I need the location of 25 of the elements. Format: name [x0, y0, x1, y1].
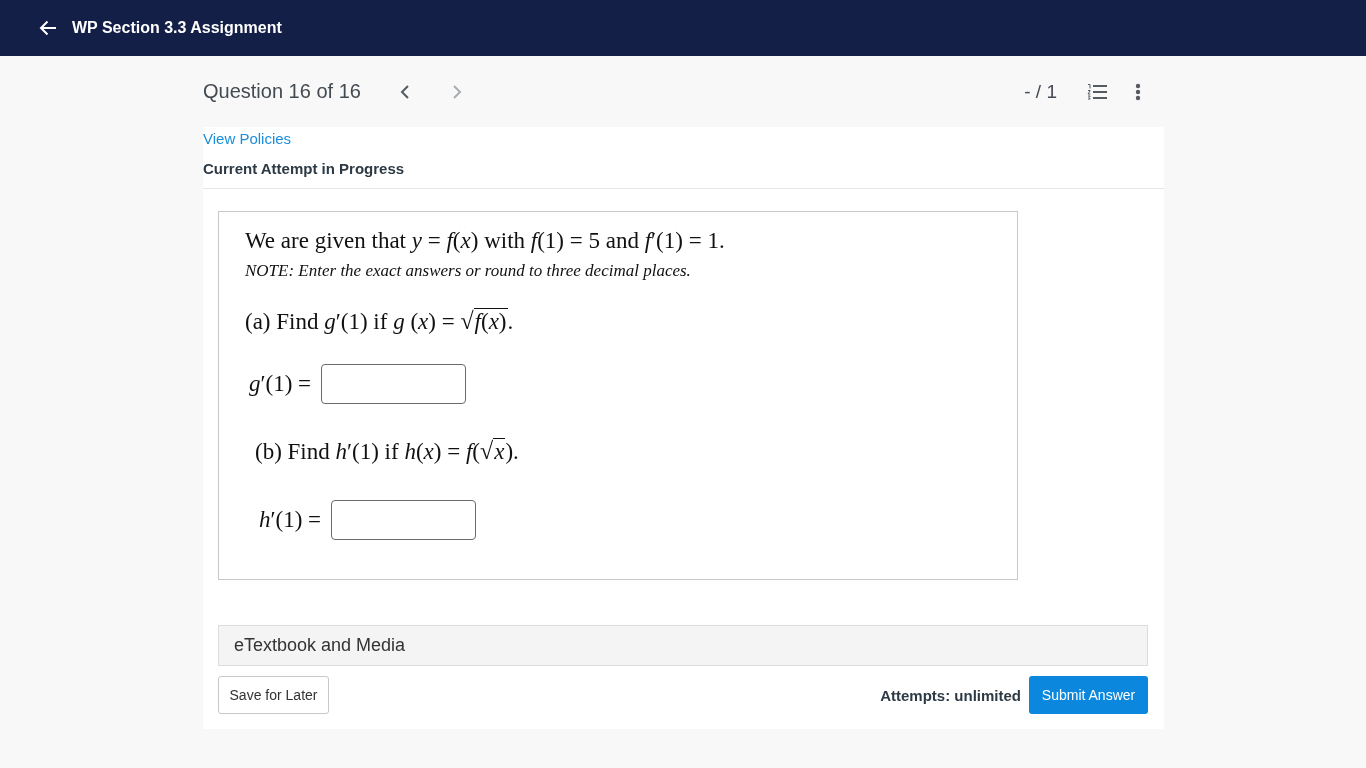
chevron-left-icon [399, 83, 410, 100]
question-part-text: (a) Find g′(1) if g (x) = √f(x). [245, 307, 514, 336]
back-arrow-icon [38, 18, 58, 38]
answer-label: h′(1) = [258, 506, 322, 534]
question-intro: We are given that y = f(x) with f(1) = 5 and f′(1) = 1. [245, 227, 726, 255]
view-policies-link[interactable]: View Policies [203, 130, 292, 148]
chevron-right-icon [451, 83, 462, 100]
attempt-status: Current Attempt in Progress [203, 160, 406, 178]
question-counter: Question 16 of 16 [203, 80, 361, 103]
more-options-button[interactable] [1135, 82, 1141, 101]
numbered-list-icon [1087, 82, 1107, 101]
question-note: NOTE: Enter the exact answers or round to three decimal places. [245, 260, 692, 282]
question-part-text: (b) Find h′(1) if h(x) = f(√x). [255, 437, 519, 466]
question-list-button[interactable] [1087, 82, 1107, 101]
kebab-menu-icon [1135, 82, 1141, 101]
answer-label: g′(1) = [248, 370, 312, 398]
assignment-title: WP Section 3.3 Assignment [72, 19, 282, 37]
answer-input[interactable] [331, 500, 477, 540]
etextbook-media-bar[interactable]: eTextbook and Media [218, 625, 1148, 666]
save-for-later-button[interactable]: Save for Later [218, 676, 329, 714]
attempts-text: Attempts: unlimited [880, 686, 1021, 704]
score-text: - / 1 [1024, 80, 1057, 103]
answer-input[interactable] [321, 364, 467, 404]
back-button[interactable] [38, 18, 58, 38]
submit-answer-button[interactable]: Submit Answer [1029, 676, 1148, 714]
